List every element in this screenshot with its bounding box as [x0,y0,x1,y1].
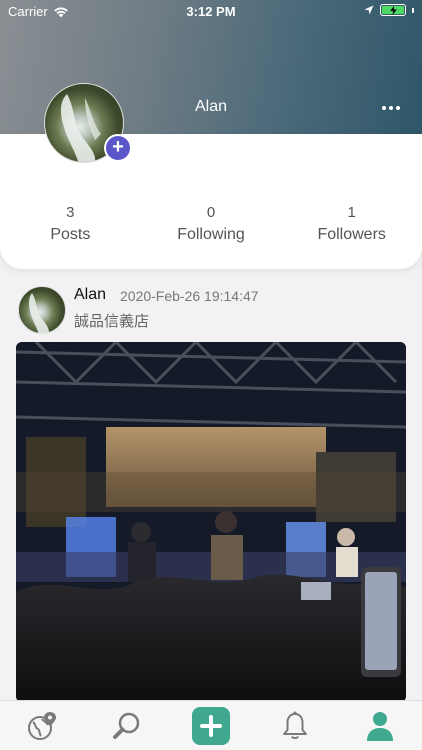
waterfall-thumb-icon [28,293,50,335]
bottom-tab-bar [0,700,422,750]
battery-icon [380,4,406,16]
add-post-icon [192,706,231,745]
stat-followers[interactable]: 1 Followers [281,204,422,246]
following-count: 0 [206,204,216,221]
status-bar: Carrier 3:12 PM [0,0,422,22]
post-location[interactable]: 誠品信義店 [74,310,149,331]
profile-person-icon [366,711,393,741]
status-right-icons [364,4,414,16]
map-globe-icon [28,711,57,740]
post-header: Alan 2020-Feb-26 19:14:47 誠品信義店 [18,286,408,336]
more-options-icon[interactable] [382,98,400,118]
post-author-avatar[interactable] [18,286,66,335]
post-photo[interactable] [16,342,406,702]
followers-label: Followers [317,226,386,243]
stat-following[interactable]: 0 Following [141,204,282,246]
tab-add-post[interactable] [169,701,253,750]
tab-notifications[interactable] [253,701,337,750]
post-author-name[interactable]: Alan [74,286,106,304]
posts-count: 3 [66,204,75,221]
profile-stats: 3 Posts 0 Following 1 Followers [0,204,422,246]
location-arrow-icon [364,5,374,15]
following-label: Following [177,226,245,243]
tab-search[interactable] [84,701,168,750]
post-timestamp: 2020-Feb-26 19:14:47 [120,288,259,304]
add-avatar-button[interactable]: + [104,134,132,162]
stat-posts[interactable]: 3 Posts [0,204,141,246]
concert-photo-illustration [16,342,406,702]
posts-label: Posts [50,226,91,243]
status-time: 3:12 PM [186,4,236,19]
battery-cap [412,7,414,13]
tab-map[interactable] [0,701,84,750]
followers-count: 1 [347,204,356,221]
search-icon [112,712,139,739]
notifications-bell-icon [283,711,308,739]
tab-profile[interactable] [338,701,422,750]
